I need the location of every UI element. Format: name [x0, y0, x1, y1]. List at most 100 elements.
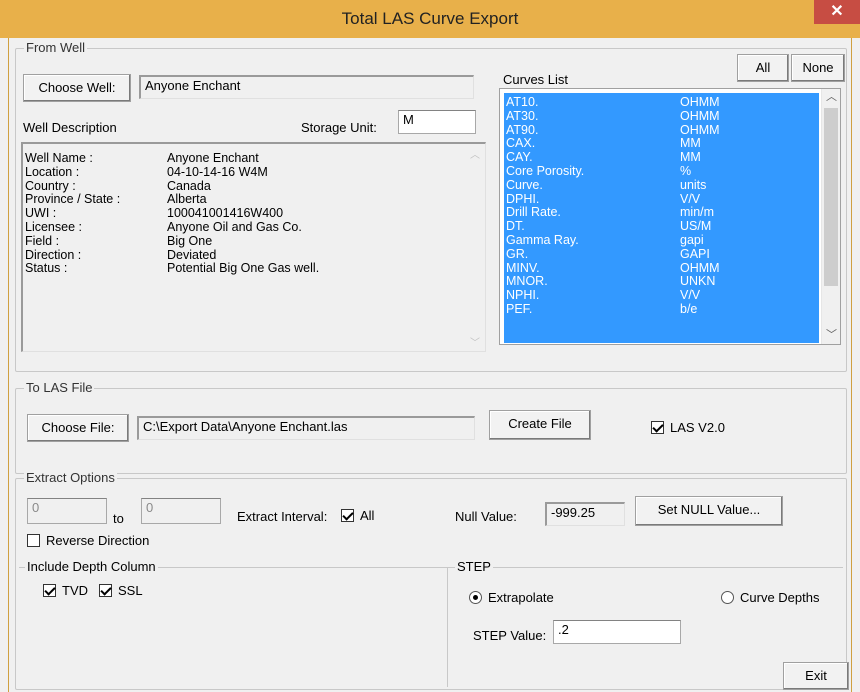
select-none-button[interactable]: None [791, 54, 845, 82]
curve-unit: min/m [680, 205, 715, 220]
checkbox-box [27, 534, 40, 547]
null-value-field: -999.25 [545, 502, 625, 526]
curve-list-item[interactable]: PEF. b/e [504, 301, 819, 317]
description-row: Licensee : Anyone Oil and Gas Co. [23, 220, 463, 235]
curves-list[interactable]: AT10. OHMM AT30. OHMM AT90. OHMM CAX. MM CAY. MM C… [499, 88, 841, 345]
curve-name: DPHI. [506, 191, 540, 206]
well-description-label: Well Description [23, 120, 117, 135]
checkbox-box [43, 584, 56, 597]
set-null-value-button[interactable]: Set NULL Value... [635, 496, 783, 526]
curve-list-item[interactable]: Gamma Ray. gapi [504, 233, 819, 248]
curve-list-item[interactable]: AT30. OHMM [504, 108, 819, 124]
description-value: 04-10-14-16 W4M [167, 164, 268, 179]
well-name-field: Anyone Enchant [139, 75, 474, 99]
description-value: 100041001416W400 [167, 206, 284, 221]
extract-to-input[interactable]: 0 [141, 498, 221, 524]
description-row: Province / State : Alberta [23, 193, 463, 207]
radio-dot [469, 591, 482, 604]
curve-unit: V/V [680, 191, 701, 206]
curve-unit: MM [680, 150, 701, 165]
description-row: Direction : Deviated [23, 247, 463, 263]
curves-list-label: Curves List [503, 72, 569, 87]
description-value: Anyone Enchant [167, 151, 259, 165]
extrapolate-label: Extrapolate [488, 590, 554, 605]
chevron-down-icon[interactable]: ﹀ [822, 327, 840, 344]
curve-list-item[interactable]: Curve. units [504, 177, 819, 193]
window-title: Total LAS Curve Export [341, 9, 519, 28]
curve-name: Drill Rate. [506, 205, 561, 220]
description-row: Status : Potential Big One Gas well. [23, 262, 463, 276]
curve-list-item[interactable]: CAY. MM [504, 150, 819, 165]
extract-from-input[interactable]: 0 [27, 498, 107, 524]
description-row: Well Name : Anyone Enchant [23, 151, 463, 166]
extrapolate-radio[interactable]: Extrapolate [469, 590, 554, 605]
curve-unit: MM [680, 136, 701, 151]
ssl-checkbox[interactable]: SSL [99, 583, 143, 598]
choose-file-button[interactable]: Choose File: [27, 414, 129, 442]
choose-well-button[interactable]: Choose Well: [23, 74, 131, 102]
curve-unit: UNKN [680, 274, 716, 289]
description-key: Country : [25, 178, 76, 193]
curve-name: MINV. [506, 260, 540, 275]
file-path-field: C:\Export Data\Anyone Enchant.las [137, 416, 475, 440]
create-file-button[interactable]: Create File [489, 410, 591, 440]
reverse-direction-checkbox[interactable]: Reverse Direction [27, 533, 149, 548]
step-value-input[interactable]: .2 [553, 620, 681, 644]
curve-unit: GAPI [680, 246, 710, 261]
curve-list-item[interactable]: CAX. MM [504, 137, 819, 151]
curve-unit: units [680, 177, 707, 192]
description-key: Province / State : [25, 192, 121, 207]
export-window: Total LAS Curve Export ✕ From Well Choos… [0, 0, 860, 692]
curve-unit: OHMM [680, 108, 720, 123]
curves-scrollbar[interactable]: ︿ ﹀ [821, 89, 840, 344]
curve-list-item[interactable]: Drill Rate. min/m [504, 206, 819, 220]
radio-dot [721, 591, 734, 604]
curve-list-item[interactable]: GR. GAPI [504, 246, 819, 262]
curve-list-item[interactable]: DPHI. V/V [504, 191, 819, 207]
curves-selection: AT10. OHMM AT30. OHMM AT90. OHMM CAX. MM CAY. MM C… [504, 93, 819, 343]
description-key: Direction : [25, 247, 82, 262]
curve-unit: b/e [680, 301, 698, 316]
checkbox-box [99, 584, 112, 597]
curve-list-item[interactable]: MINV. OHMM [504, 260, 819, 276]
description-key: Status : [25, 261, 68, 276]
to-las-label: To LAS File [24, 380, 95, 395]
curve-name: AT90. [506, 122, 539, 137]
extract-all-checkbox[interactable]: All [341, 508, 374, 523]
chevron-up-icon[interactable]: ︿ [822, 89, 840, 106]
well-description-box: Well Name : Anyone Enchant Location : 04-10… [21, 142, 486, 352]
curve-name: NPHI. [506, 288, 540, 303]
curve-depths-radio[interactable]: Curve Depths [721, 590, 819, 605]
storage-unit-input[interactable]: M [398, 110, 476, 134]
select-all-button[interactable]: All [737, 54, 789, 82]
step-value-label: STEP Value: [473, 628, 547, 643]
curve-name: PEF. [506, 301, 533, 316]
extract-to-label: to [113, 511, 124, 526]
description-key: Location : [25, 164, 80, 179]
las-v2-checkbox[interactable]: LAS V2.0 [651, 420, 725, 435]
depth-step-divider [447, 567, 448, 687]
curve-list-item[interactable]: NPHI. V/V [504, 288, 819, 303]
description-value: Alberta [167, 192, 207, 207]
description-row: Field : Big One [23, 234, 463, 249]
exit-button[interactable]: Exit [783, 662, 849, 690]
curve-list-item[interactable]: DT. US/M [504, 219, 819, 234]
storage-unit-label: Storage Unit: [301, 120, 377, 135]
curve-list-item[interactable]: Core Porosity.% [504, 164, 819, 179]
curve-unit: US/M [680, 219, 712, 234]
curve-name: CAX. [506, 136, 536, 151]
description-value: Potential Big One Gas well. [167, 261, 320, 276]
close-icon[interactable]: ✕ [814, 0, 860, 24]
tvd-checkbox[interactable]: TVD [43, 583, 88, 598]
null-value-label: Null Value: [455, 509, 517, 524]
description-scrollbar[interactable]: ︿ ﹀ [468, 144, 485, 351]
step-label: STEP [455, 559, 493, 574]
curve-list-item[interactable]: AT10. OHMM [504, 95, 819, 110]
curve-list-item[interactable]: MNOR. UNKN [504, 275, 819, 289]
curve-unit: OHMM [680, 260, 720, 275]
tvd-label: TVD [62, 583, 88, 598]
curve-list-item[interactable]: AT90. OHMM [504, 122, 819, 138]
curve-name: AT30. [506, 108, 539, 123]
scroll-thumb[interactable] [824, 108, 838, 286]
las-v2-label: LAS V2.0 [670, 420, 725, 435]
